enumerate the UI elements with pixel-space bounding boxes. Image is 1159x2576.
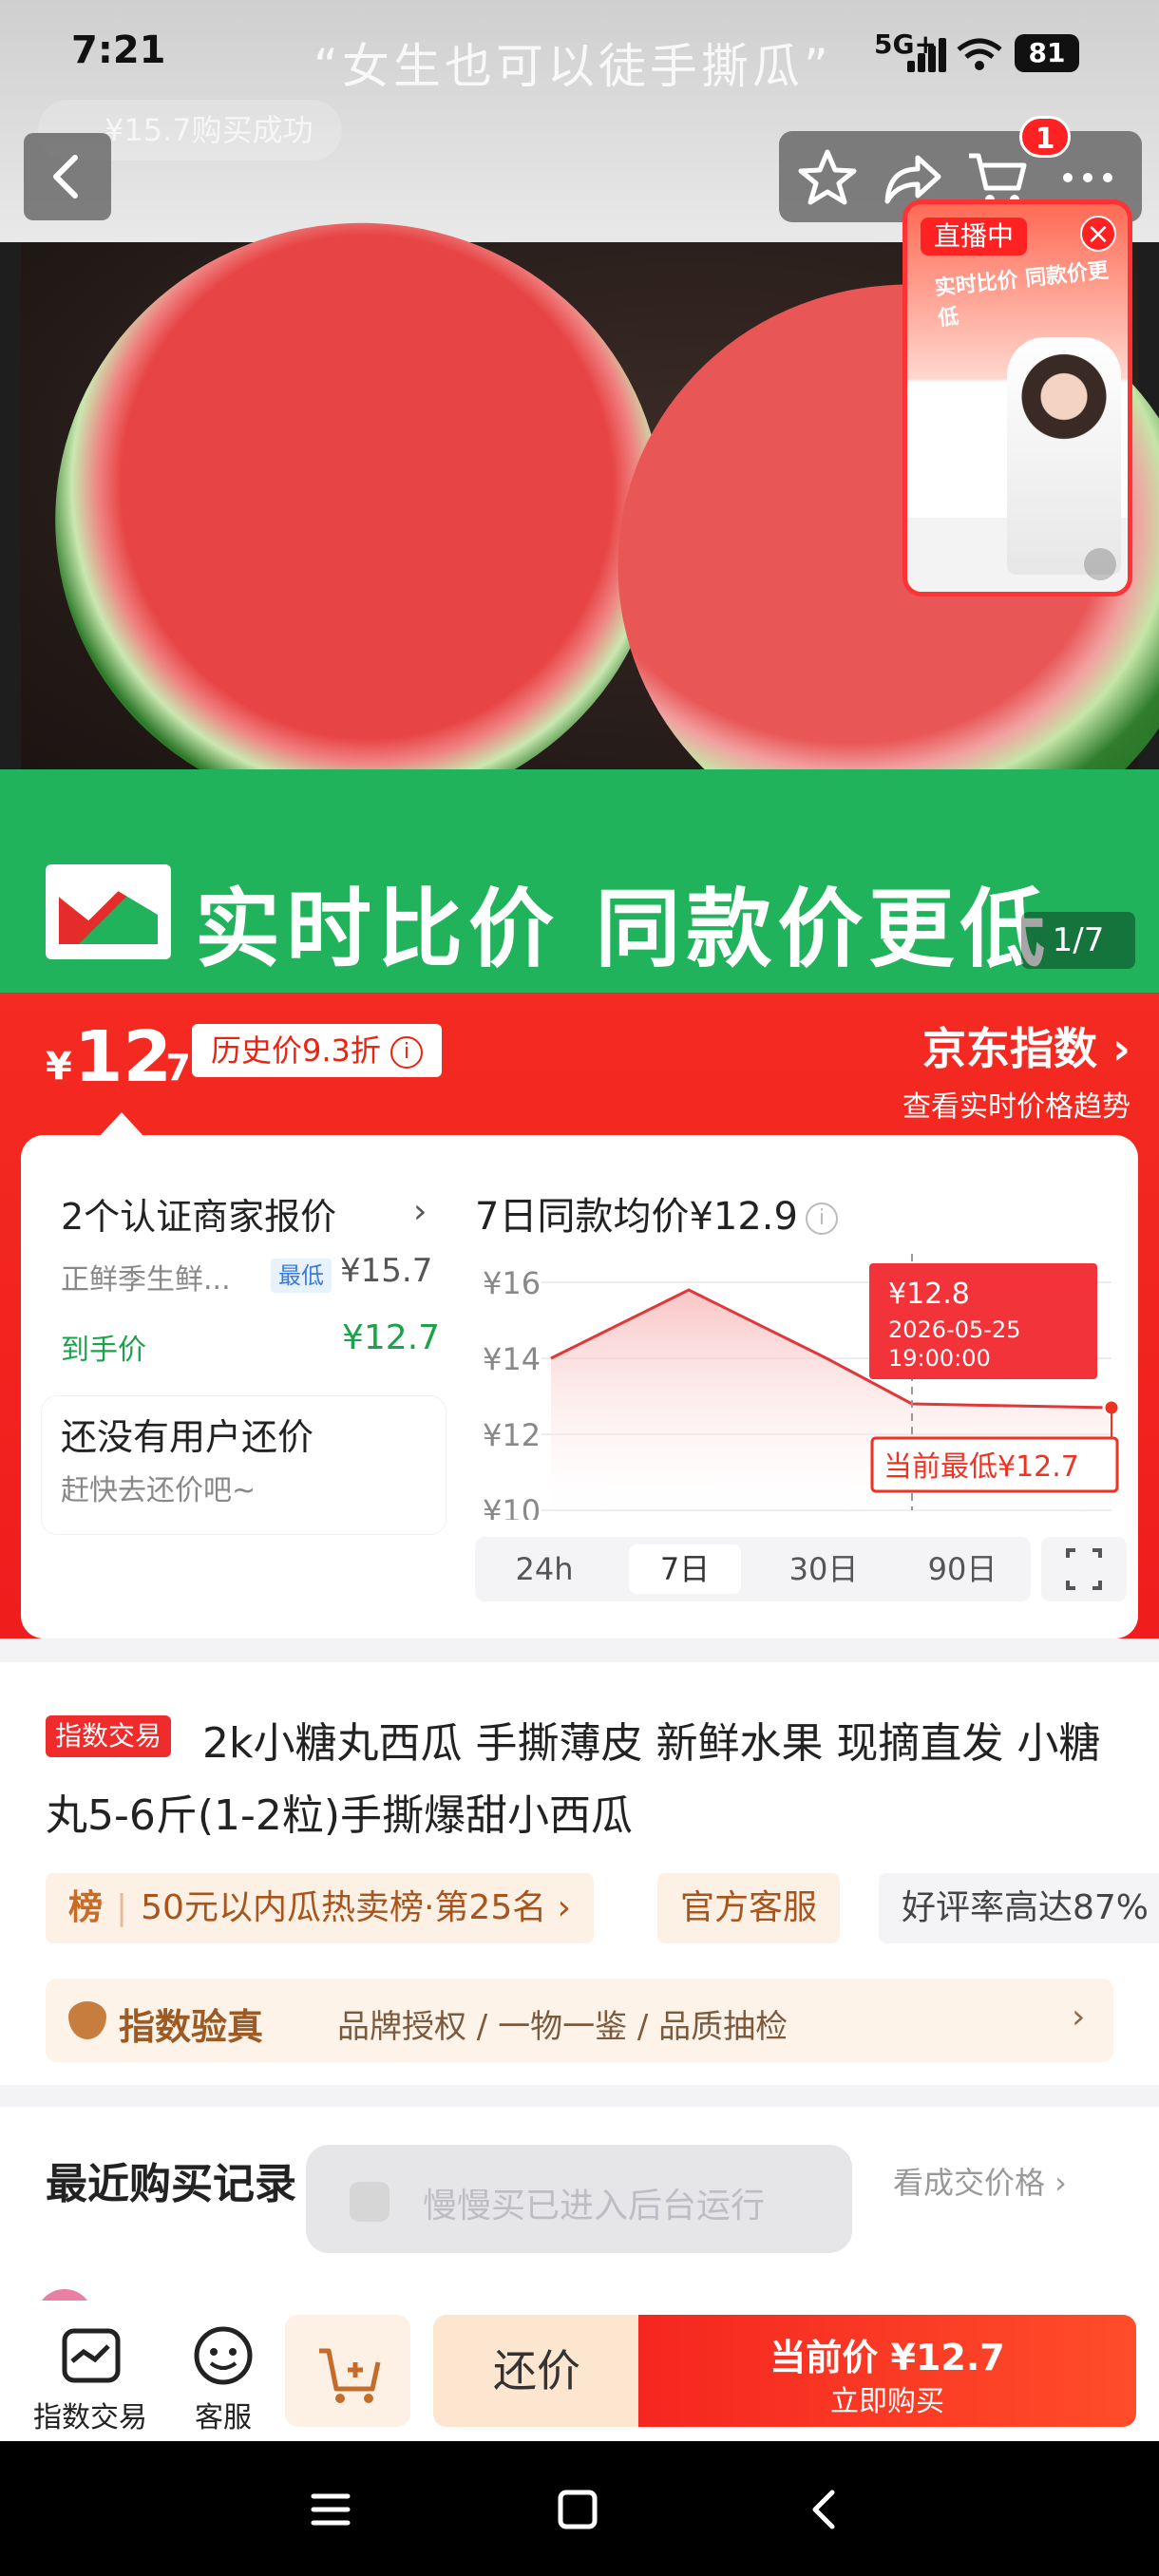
live-tag: 直播中 (921, 218, 1028, 256)
cart-count-badge: 1 (1019, 116, 1071, 158)
final-price-label: 到手价 (61, 1334, 146, 1367)
status-bar: 7:21 “女生也可以徒手撕瓜” 5G+ 81 (0, 0, 1159, 114)
chart-range-tabs: 24h 7日 30日 90日 (475, 1537, 1031, 1601)
index-trade-label: 指数交易 (33, 2401, 147, 2434)
index-trade-tag: 指数交易 (46, 1715, 172, 1757)
smile-icon (194, 2326, 253, 2385)
chevron-right-icon[interactable]: › (413, 1192, 427, 1231)
back-icon (53, 155, 78, 199)
verify-title: 指数验真 (119, 2006, 264, 2048)
fullscreen-icon (1066, 1548, 1102, 1590)
tab-24h[interactable]: 24h (488, 1544, 600, 1594)
buy-now-label: 立即购买 (830, 2385, 944, 2418)
status-time: 7:21 (71, 28, 166, 72)
rating-chip[interactable]: 好评率高达87% (879, 1873, 1159, 1943)
close-icon[interactable]: × (1080, 216, 1116, 252)
signal-icon (907, 36, 949, 72)
info-icon: i (390, 1036, 423, 1069)
jd-index-link[interactable]: 京东指数 › 查看实时价格趋势 (902, 1014, 1130, 1125)
bargain-subtitle: 赶快去还价吧~ (61, 1474, 256, 1507)
home-icon[interactable] (549, 2481, 606, 2538)
view-deal-price-link[interactable]: 看成交价格 › (893, 2159, 1067, 2203)
expand-chart-button[interactable] (1041, 1537, 1127, 1601)
status-overlay-caption: “女生也可以徒手撕瓜” (314, 39, 832, 94)
tooltip-date: 2026-05-25 (888, 1316, 1020, 1343)
live-stream-widget[interactable]: 直播中 × 实时比价 同款价更低 (902, 199, 1132, 597)
background-toast-text: 慢慢买已进入后台运行 (423, 2187, 766, 2226)
bargain-button[interactable]: 还价 (433, 2315, 640, 2427)
customer-service-button[interactable]: 客服 (162, 2318, 285, 2434)
y-tick-label: ¥16 (483, 1265, 541, 1301)
battery-icon: 81 (1015, 34, 1079, 72)
buy-now-button[interactable]: 当前价 ¥12.7 立即购买 (638, 2315, 1136, 2427)
history-discount-text: 历史价9.3折 (211, 1032, 381, 1069)
index-trade-button[interactable]: 指数交易 (28, 2318, 152, 2434)
app-icon (350, 2182, 390, 2222)
menu-icon[interactable] (302, 2481, 359, 2538)
chart-title-text: 7日同款均价¥12.9 (475, 1195, 798, 1239)
final-price: ¥12.7 (342, 1318, 441, 1357)
verify-description: 品牌授权 / 一物一鉴 / 品质抽检 (337, 2008, 788, 2046)
tab-30d[interactable]: 30日 (768, 1544, 880, 1594)
chevron-right-icon: › (1072, 1998, 1086, 2036)
add-to-cart-button[interactable] (285, 2315, 410, 2427)
rank-chip[interactable]: 榜 | 50元以内瓜热卖榜·第25名 › (46, 1873, 595, 1943)
merchant-quotes-title[interactable]: 2个认证商家报价 (61, 1187, 336, 1240)
hero-banner-text: 实时比价 同款价更低 (195, 880, 1052, 979)
price-decimal: .7 (152, 1047, 191, 1089)
tab-90d[interactable]: 90日 (906, 1544, 1018, 1594)
jd-index-title: 京东指数 › (922, 1023, 1130, 1074)
buy-price-label: 当前价 ¥12.7 (770, 2337, 1005, 2378)
tooltip-value: ¥12.8 (888, 1278, 970, 1311)
tab-7d[interactable]: 7日 (629, 1544, 741, 1594)
live-host-image (1007, 337, 1121, 575)
product-title: 2k小糖丸西瓜 手撕薄皮 新鲜水果 现摘直发 小糖丸5-6斤(1-2粒)手撕爆甜… (46, 1719, 1101, 1840)
customer-service-label: 客服 (195, 2401, 252, 2434)
current-low-label: 当前最低¥12.7 (884, 1450, 1079, 1484)
price-currency: ¥ (46, 1045, 72, 1089)
store-icon (62, 2328, 121, 2383)
y-tick-label: ¥10 (483, 1493, 541, 1520)
image-counter: 1/7 (1021, 912, 1135, 969)
history-discount-badge[interactable]: 历史价9.3折 i (192, 1024, 442, 1077)
lowest-price: ¥15.7 (340, 1252, 433, 1290)
lowest-tag: 最低 (271, 1259, 332, 1293)
back-nav-icon[interactable] (796, 2481, 853, 2538)
y-tick-label: ¥12 (483, 1417, 541, 1453)
star-icon[interactable] (794, 144, 861, 211)
recent-purchase-title: 最近购买记录 (46, 2160, 296, 2208)
y-tick-label: ¥14 (483, 1341, 541, 1377)
wifi-icon (957, 38, 1002, 70)
live-title: 实时比价 同款价更低 (933, 258, 1111, 331)
price-compare-logo (46, 864, 171, 959)
chart-title: 7日同款均价¥12.9 i (475, 1185, 838, 1241)
rank-prefix: 榜 (68, 1888, 104, 1927)
info-icon[interactable]: i (805, 1203, 838, 1235)
rank-text: 50元以内瓜热卖榜·第25名 › (141, 1888, 572, 1927)
official-service-chip[interactable]: 官方客服 (657, 1873, 841, 1943)
mute-icon[interactable] (1084, 548, 1116, 580)
tooltip-time: 19:00:00 (888, 1345, 991, 1372)
jd-index-subtitle: 查看实时价格趋势 (902, 1090, 1130, 1124)
add-cart-icon (319, 2348, 381, 2403)
back-button[interactable] (24, 133, 111, 220)
price-trend-chart[interactable]: ¥16 ¥14 ¥12 ¥10 ¥12.8 2026-05-2519:00:00 当前最低¥… (475, 1235, 1130, 1520)
bargain-title: 还没有用户还价 (61, 1416, 314, 1458)
